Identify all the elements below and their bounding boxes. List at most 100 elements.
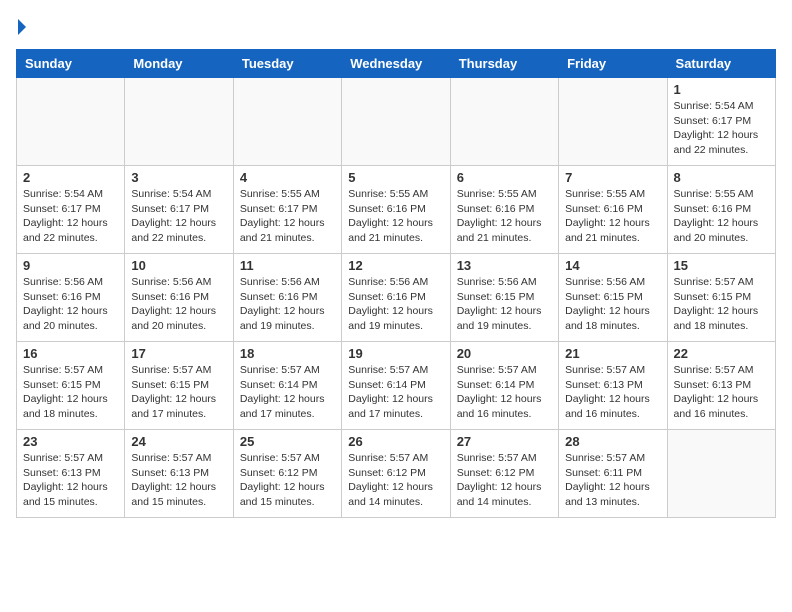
day-number: 14 — [565, 258, 660, 273]
calendar-cell — [17, 78, 125, 166]
calendar-cell: 18 Sunrise: 5:57 AM Sunset: 6:14 PM Dayli… — [233, 342, 341, 430]
day-number: 20 — [457, 346, 552, 361]
calendar-week-5: 23 Sunrise: 5:57 AM Sunset: 6:13 PM Dayli… — [17, 430, 776, 518]
day-info: Sunrise: 5:56 AM Sunset: 6:16 PM Dayligh… — [240, 275, 335, 334]
calendar-cell — [125, 78, 233, 166]
day-info: Sunrise: 5:55 AM Sunset: 6:16 PM Dayligh… — [565, 187, 660, 246]
day-number: 1 — [674, 82, 769, 97]
day-info: Sunrise: 5:57 AM Sunset: 6:15 PM Dayligh… — [674, 275, 769, 334]
day-number: 4 — [240, 170, 335, 185]
calendar-cell: 8Sunrise: 5:55 AM Sunset: 6:16 PM Daylig… — [667, 166, 775, 254]
calendar-cell: 23 Sunrise: 5:57 AM Sunset: 6:13 PM Dayli… — [17, 430, 125, 518]
day-info: Sunrise: 5:55 AM Sunset: 6:16 PM Dayligh… — [457, 187, 552, 246]
calendar-cell: 3 Sunrise: 5:54 AM Sunset: 6:17 PM Daylig… — [125, 166, 233, 254]
calendar-cell: 14 Sunrise: 5:56 AM Sunset: 6:15 PM Dayli… — [559, 254, 667, 342]
calendar-cell: 24 Sunrise: 5:57 AM Sunset: 6:13 PM Dayli… — [125, 430, 233, 518]
day-info: Sunrise: 5:57 AM Sunset: 6:14 PM Dayligh… — [240, 363, 335, 422]
day-info: Sunrise: 5:57 AM Sunset: 6:13 PM Dayligh… — [131, 451, 226, 510]
day-info: Sunrise: 5:57 AM Sunset: 6:12 PM Dayligh… — [240, 451, 335, 510]
logo-arrow-icon — [18, 19, 26, 35]
calendar-cell: 22 Sunrise: 5:57 AM Sunset: 6:13 PM Dayli… — [667, 342, 775, 430]
day-info: Sunrise: 5:57 AM Sunset: 6:13 PM Dayligh… — [674, 363, 769, 422]
day-number: 18 — [240, 346, 335, 361]
calendar-cell — [559, 78, 667, 166]
day-number: 19 — [348, 346, 443, 361]
calendar-cell — [233, 78, 341, 166]
calendar-header-sunday: Sunday — [17, 50, 125, 78]
calendar-cell — [667, 430, 775, 518]
calendar-week-1: 1 Sunrise: 5:54 AM Sunset: 6:17 PM Daylig… — [17, 78, 776, 166]
day-number: 22 — [674, 346, 769, 361]
day-info: Sunrise: 5:57 AM Sunset: 6:11 PM Dayligh… — [565, 451, 660, 510]
day-info: Sunrise: 5:55 AM Sunset: 6:17 PM Dayligh… — [240, 187, 335, 246]
calendar-cell: 20 Sunrise: 5:57 AM Sunset: 6:14 PM Dayli… — [450, 342, 558, 430]
calendar-cell: 28Sunrise: 5:57 AM Sunset: 6:11 PM Dayli… — [559, 430, 667, 518]
calendar-cell: 16 Sunrise: 5:57 AM Sunset: 6:15 PM Dayli… — [17, 342, 125, 430]
day-number: 16 — [23, 346, 118, 361]
calendar-header-monday: Monday — [125, 50, 233, 78]
day-number: 2 — [23, 170, 118, 185]
calendar-header-thursday: Thursday — [450, 50, 558, 78]
calendar-cell: 27 Sunrise: 5:57 AM Sunset: 6:12 PM Dayli… — [450, 430, 558, 518]
calendar-week-4: 16 Sunrise: 5:57 AM Sunset: 6:15 PM Dayli… — [17, 342, 776, 430]
day-number: 10 — [131, 258, 226, 273]
calendar-cell: 11 Sunrise: 5:56 AM Sunset: 6:16 PM Dayli… — [233, 254, 341, 342]
day-number: 21 — [565, 346, 660, 361]
day-info: Sunrise: 5:57 AM Sunset: 6:15 PM Dayligh… — [131, 363, 226, 422]
day-info: Sunrise: 5:57 AM Sunset: 6:14 PM Dayligh… — [457, 363, 552, 422]
day-number: 5 — [348, 170, 443, 185]
day-number: 6 — [457, 170, 552, 185]
day-number: 11 — [240, 258, 335, 273]
calendar-week-3: 9 Sunrise: 5:56 AM Sunset: 6:16 PM Daylig… — [17, 254, 776, 342]
day-number: 3 — [131, 170, 226, 185]
day-number: 26 — [348, 434, 443, 449]
page-header — [16, 16, 776, 37]
calendar-cell: 19 Sunrise: 5:57 AM Sunset: 6:14 PM Dayli… — [342, 342, 450, 430]
calendar-cell: 7 Sunrise: 5:55 AM Sunset: 6:16 PM Daylig… — [559, 166, 667, 254]
day-number: 24 — [131, 434, 226, 449]
calendar-cell: 6 Sunrise: 5:55 AM Sunset: 6:16 PM Daylig… — [450, 166, 558, 254]
day-number: 8 — [674, 170, 769, 185]
day-info: Sunrise: 5:57 AM Sunset: 6:14 PM Dayligh… — [348, 363, 443, 422]
day-info: Sunrise: 5:56 AM Sunset: 6:16 PM Dayligh… — [23, 275, 118, 334]
calendar-header-saturday: Saturday — [667, 50, 775, 78]
day-info: Sunrise: 5:55 AM Sunset: 6:16 PM Dayligh… — [348, 187, 443, 246]
calendar-cell: 9 Sunrise: 5:56 AM Sunset: 6:16 PM Daylig… — [17, 254, 125, 342]
calendar-cell: 26 Sunrise: 5:57 AM Sunset: 6:12 PM Dayli… — [342, 430, 450, 518]
calendar-header-wednesday: Wednesday — [342, 50, 450, 78]
calendar-week-2: 2 Sunrise: 5:54 AM Sunset: 6:17 PM Daylig… — [17, 166, 776, 254]
calendar-cell: 13 Sunrise: 5:56 AM Sunset: 6:15 PM Dayli… — [450, 254, 558, 342]
calendar-cell: 17 Sunrise: 5:57 AM Sunset: 6:15 PM Dayli… — [125, 342, 233, 430]
calendar-cell: 12 Sunrise: 5:56 AM Sunset: 6:16 PM Dayli… — [342, 254, 450, 342]
day-info: Sunrise: 5:54 AM Sunset: 6:17 PM Dayligh… — [131, 187, 226, 246]
day-info: Sunrise: 5:56 AM Sunset: 6:15 PM Dayligh… — [565, 275, 660, 334]
day-number: 9 — [23, 258, 118, 273]
day-number: 12 — [348, 258, 443, 273]
day-info: Sunrise: 5:57 AM Sunset: 6:12 PM Dayligh… — [348, 451, 443, 510]
day-info: Sunrise: 5:54 AM Sunset: 6:17 PM Dayligh… — [23, 187, 118, 246]
calendar-cell: 1 Sunrise: 5:54 AM Sunset: 6:17 PM Daylig… — [667, 78, 775, 166]
day-number: 27 — [457, 434, 552, 449]
day-info: Sunrise: 5:57 AM Sunset: 6:15 PM Dayligh… — [23, 363, 118, 422]
day-info: Sunrise: 5:57 AM Sunset: 6:12 PM Dayligh… — [457, 451, 552, 510]
calendar-table: SundayMondayTuesdayWednesdayThursdayFrid… — [16, 49, 776, 518]
day-number: 25 — [240, 434, 335, 449]
calendar-header-tuesday: Tuesday — [233, 50, 341, 78]
calendar-cell: 5 Sunrise: 5:55 AM Sunset: 6:16 PM Daylig… — [342, 166, 450, 254]
day-info: Sunrise: 5:57 AM Sunset: 6:13 PM Dayligh… — [565, 363, 660, 422]
calendar-cell: 10Sunrise: 5:56 AM Sunset: 6:16 PM Dayli… — [125, 254, 233, 342]
day-number: 15 — [674, 258, 769, 273]
day-number: 13 — [457, 258, 552, 273]
calendar-cell — [450, 78, 558, 166]
calendar-cell: 15 Sunrise: 5:57 AM Sunset: 6:15 PM Dayli… — [667, 254, 775, 342]
day-info: Sunrise: 5:54 AM Sunset: 6:17 PM Dayligh… — [674, 99, 769, 158]
day-info: Sunrise: 5:57 AM Sunset: 6:13 PM Dayligh… — [23, 451, 118, 510]
day-number: 7 — [565, 170, 660, 185]
day-number: 17 — [131, 346, 226, 361]
calendar-cell: 4 Sunrise: 5:55 AM Sunset: 6:17 PM Daylig… — [233, 166, 341, 254]
calendar-cell: 25 Sunrise: 5:57 AM Sunset: 6:12 PM Dayli… — [233, 430, 341, 518]
day-info: Sunrise: 5:56 AM Sunset: 6:15 PM Dayligh… — [457, 275, 552, 334]
day-number: 23 — [23, 434, 118, 449]
calendar-cell — [342, 78, 450, 166]
day-info: Sunrise: 5:56 AM Sunset: 6:16 PM Dayligh… — [348, 275, 443, 334]
